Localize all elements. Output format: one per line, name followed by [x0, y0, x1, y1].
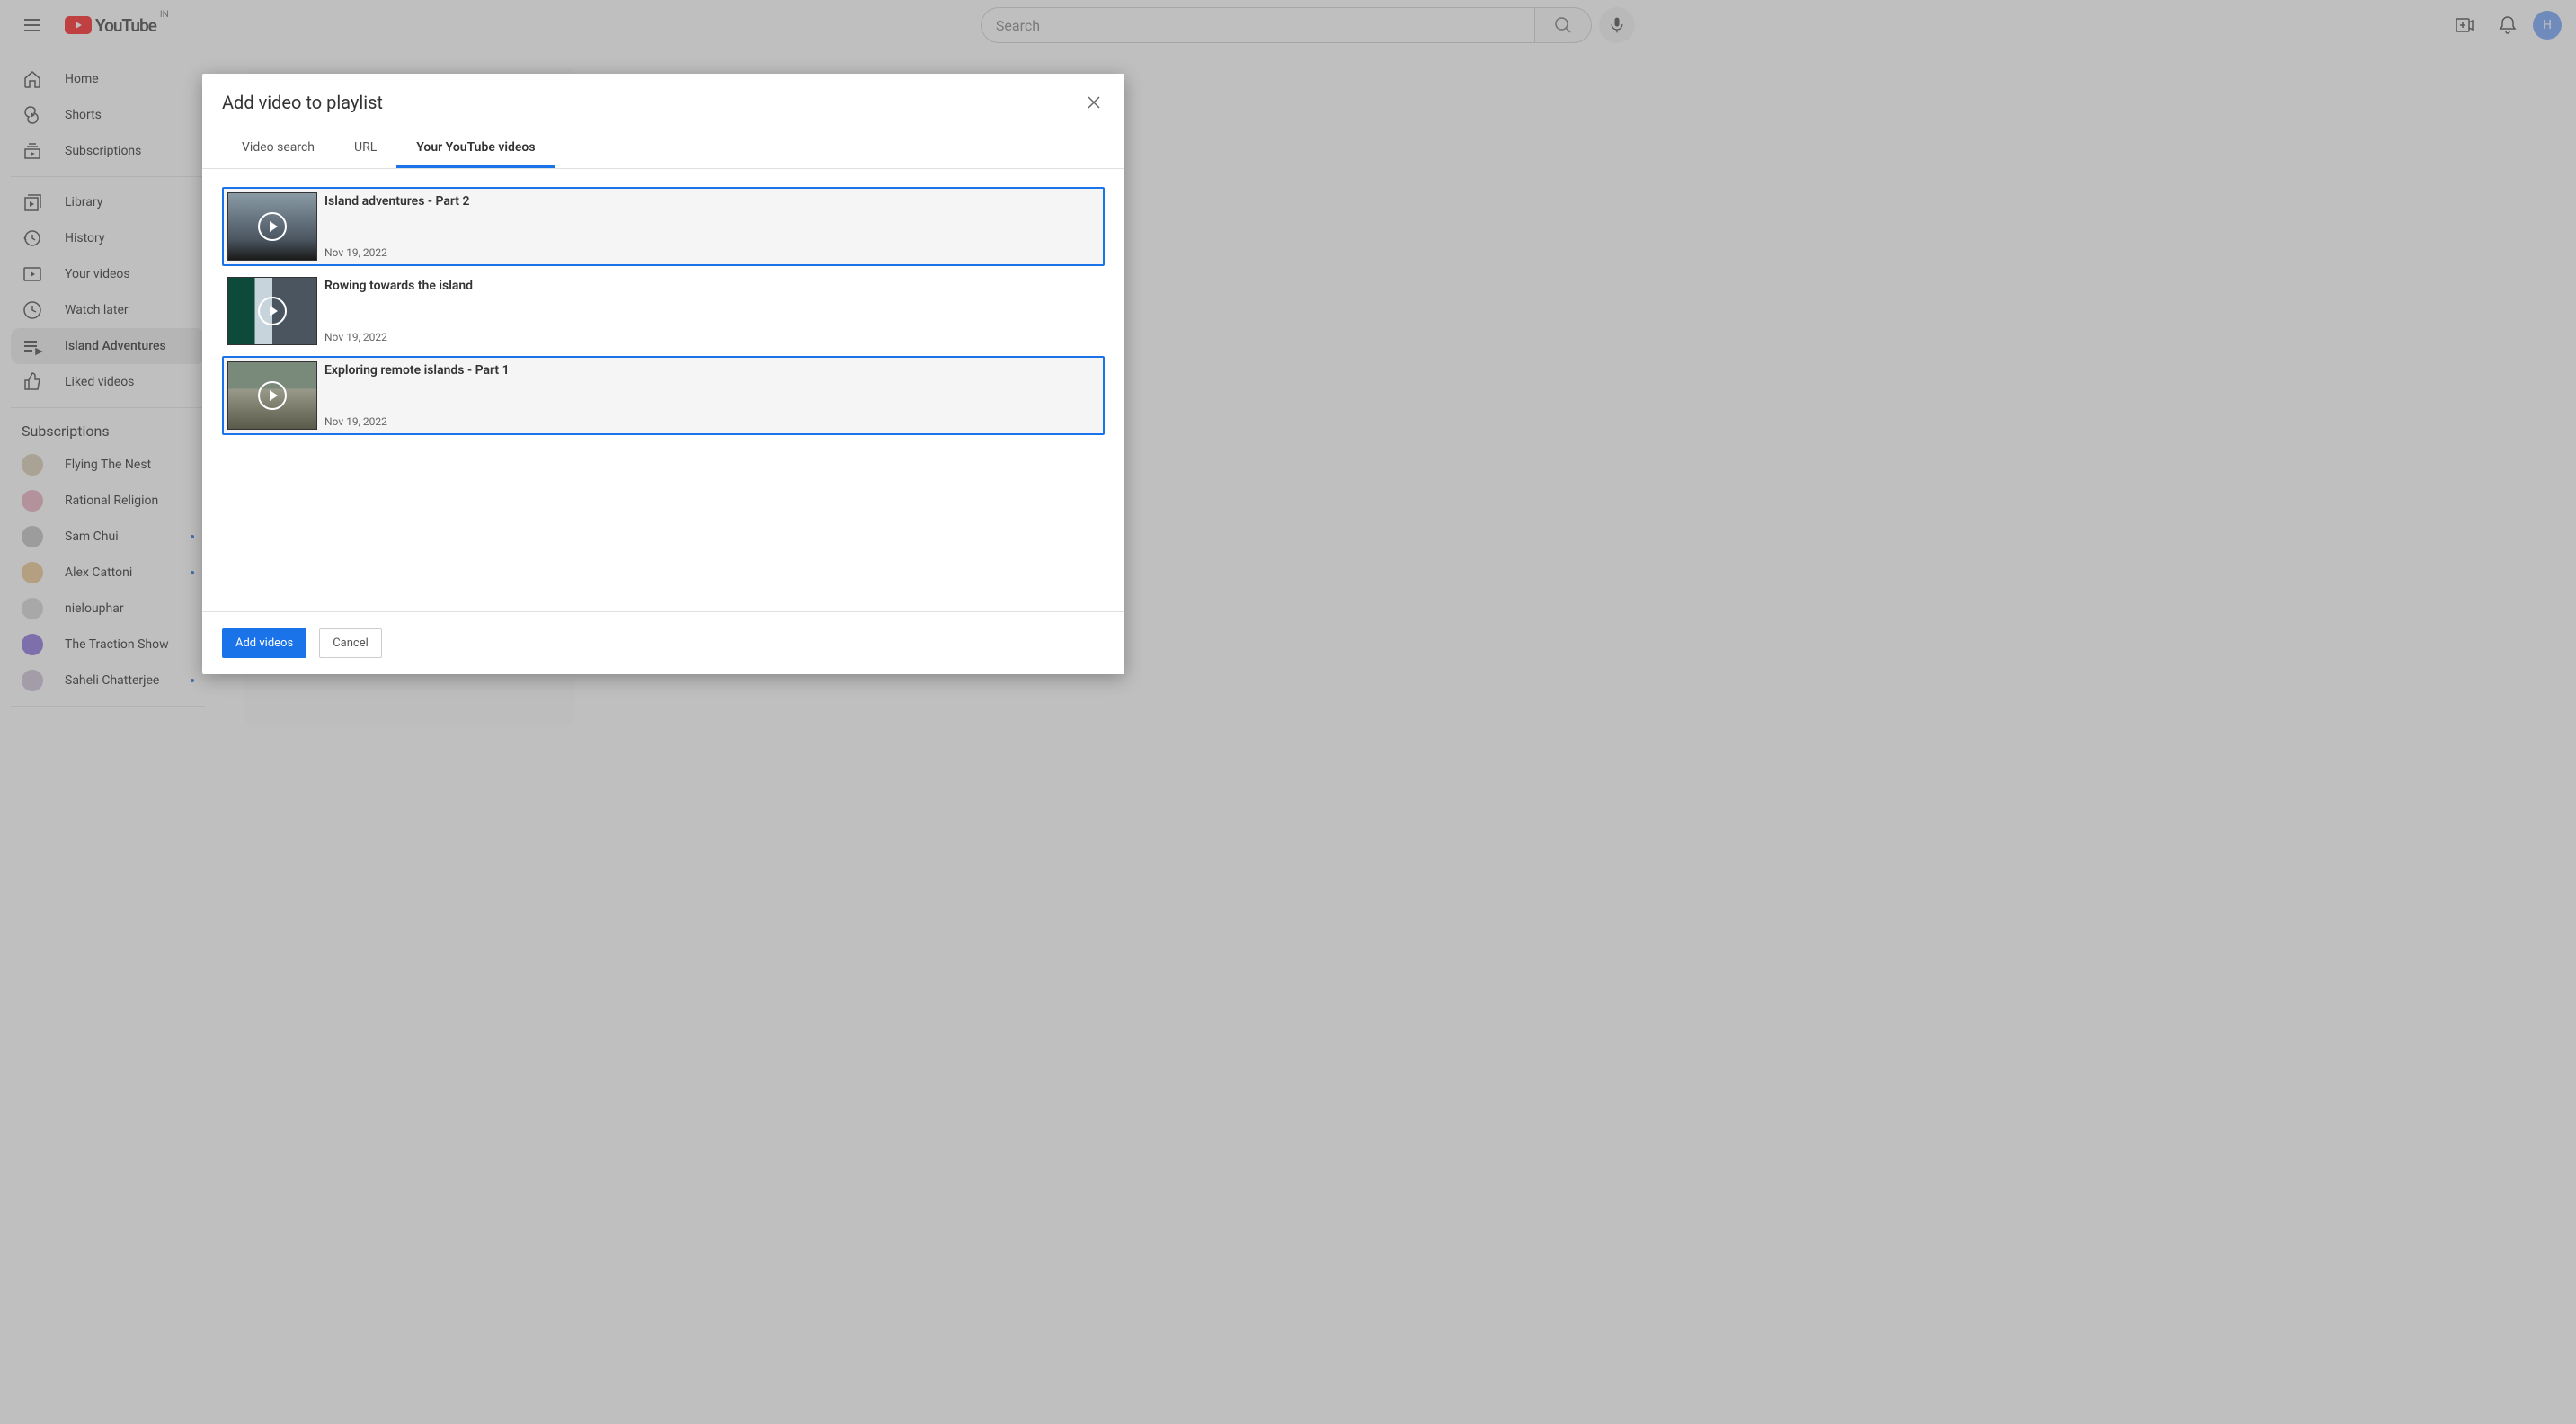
play-overlay-icon [258, 212, 287, 241]
close-icon [1088, 96, 1100, 109]
modal-tab[interactable]: Video search [222, 129, 334, 168]
video-date: Nov 19, 2022 [324, 415, 510, 428]
play-overlay-icon [258, 297, 287, 325]
play-overlay-icon [258, 381, 287, 410]
video-thumbnail [227, 361, 317, 430]
video-row[interactable]: Island adventures - Part 2 Nov 19, 2022 [222, 187, 1105, 266]
modal-body: Island adventures - Part 2 Nov 19, 2022 … [202, 169, 1124, 611]
modal-tab[interactable]: Your YouTube videos [396, 129, 555, 168]
video-thumbnail [227, 277, 317, 345]
video-row[interactable]: Exploring remote islands - Part 1 Nov 19… [222, 356, 1105, 435]
add-video-modal: Add video to playlist Video searchURLYou… [202, 74, 1124, 674]
modal-close-button[interactable] [1083, 92, 1105, 113]
video-title: Rowing towards the island [324, 279, 473, 293]
video-title: Island adventures - Part 2 [324, 194, 469, 209]
modal-tabs: Video searchURLYour YouTube videos [202, 129, 1124, 169]
video-thumbnail [227, 192, 317, 261]
video-date: Nov 19, 2022 [324, 246, 469, 259]
video-title: Exploring remote islands - Part 1 [324, 363, 510, 378]
video-date: Nov 19, 2022 [324, 331, 473, 343]
add-videos-button[interactable]: Add videos [222, 628, 306, 658]
video-row[interactable]: Rowing towards the island Nov 19, 2022 [222, 271, 1105, 351]
cancel-button[interactable]: Cancel [319, 628, 382, 658]
modal-tab[interactable]: URL [334, 129, 396, 168]
modal-title: Add video to playlist [222, 92, 383, 113]
